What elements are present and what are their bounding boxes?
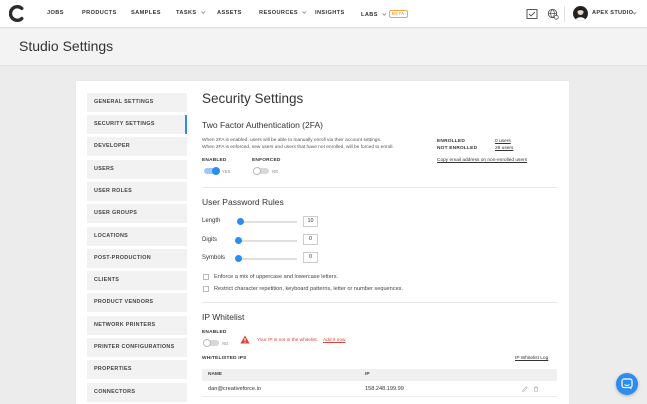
edit-icon[interactable] xyxy=(522,386,528,392)
ip-warning-text: Your IP is not in the whitelist. xyxy=(257,338,319,343)
mixed-case-checkbox[interactable] xyxy=(203,274,209,280)
sidebar-item-developer[interactable]: DEVELOPER xyxy=(87,137,187,156)
digits-label: Digits xyxy=(202,237,218,243)
ip-whitelist-title: IP Whitelist xyxy=(202,312,245,322)
ip-whitelist-state: NO xyxy=(222,341,229,346)
symbols-input[interactable]: 0 xyxy=(303,252,318,263)
symbols-slider-track[interactable] xyxy=(240,258,297,260)
nav-divider xyxy=(564,6,565,22)
enrolled-users-link[interactable]: 0 users xyxy=(495,139,511,144)
symbols-slider-handle[interactable] xyxy=(235,255,242,262)
nav-jobs[interactable]: JOBS xyxy=(47,10,64,16)
whitelisted-ips-label: WHITELISTED IPS xyxy=(202,356,247,361)
nav-tasks[interactable]: TASKS xyxy=(176,9,205,16)
password-rules-title: User Password Rules xyxy=(202,197,284,207)
sidebar-item-network-printers[interactable]: NETWORK PRINTERS xyxy=(87,316,187,335)
studio-name[interactable]: APEX STUDIO xyxy=(592,10,633,16)
chevron-down-icon xyxy=(302,9,307,14)
twofa-enforced-state: NO xyxy=(272,169,279,174)
nav-labs-label: LABS xyxy=(361,12,378,18)
ip-warning: Your IP is not in the whitelist. Add it n… xyxy=(257,338,345,343)
nav-assets[interactable]: ASSETS xyxy=(217,10,242,16)
nav-tasks-label: TASKS xyxy=(176,10,197,16)
twofa-desc-enforced: When 2FA is enforced, new users and user… xyxy=(202,145,394,150)
not-enrolled-users-link[interactable]: 28 users xyxy=(495,146,513,151)
table-header: NAME IP xyxy=(202,369,557,381)
top-nav: JOBS PRODUCTS SAMPLES TASKS ASSETS RESOU… xyxy=(0,0,647,28)
row-ip: 158.248.199.99 xyxy=(365,386,404,392)
sidebar-item-users[interactable]: USERS xyxy=(87,160,187,179)
warning-icon xyxy=(240,335,250,344)
sidebar-item-connectors[interactable]: CONNECTORS xyxy=(87,383,187,402)
sidebar-item-security-settings[interactable]: SECURITY SETTINGS xyxy=(87,115,187,134)
not-enrolled-label: NOT ENROLLED xyxy=(437,146,478,151)
toggle-knob xyxy=(203,339,211,347)
length-input[interactable]: 10 xyxy=(303,216,318,227)
ip-whitelist-enabled-label: ENABLED xyxy=(202,330,227,335)
beta-badge: BETA xyxy=(388,10,408,18)
digits-input[interactable]: 0 xyxy=(303,234,318,245)
chevron-down-icon xyxy=(200,9,205,14)
chat-icon xyxy=(621,378,633,390)
nav-resources-label: RESOURCES xyxy=(259,10,299,16)
twofa-enabled-label: ENABLED xyxy=(202,158,227,163)
settings-globe-icon[interactable] xyxy=(547,8,559,20)
nav-insights[interactable]: INSIGHTS xyxy=(315,10,345,16)
length-slider-handle[interactable] xyxy=(237,218,244,225)
sidebar-item-user-roles[interactable]: USER ROLES xyxy=(87,182,187,201)
restrict-patterns-checkbox[interactable] xyxy=(203,286,209,292)
toggle-knob xyxy=(212,167,220,175)
delete-icon[interactable] xyxy=(533,386,539,392)
security-settings-title: Security Settings xyxy=(202,91,304,106)
inbox-icon[interactable] xyxy=(526,8,538,20)
twofa-enforced-label: ENFORCED xyxy=(252,158,281,163)
avatar[interactable] xyxy=(573,6,588,21)
nav-resources[interactable]: RESOURCES xyxy=(259,9,307,16)
ip-whitelist-log-link[interactable]: IP Whitelist Log xyxy=(515,356,548,361)
page-title: Studio Settings xyxy=(19,38,114,54)
length-slider-track[interactable] xyxy=(240,221,297,223)
chevron-down-icon[interactable] xyxy=(632,10,637,15)
sidebar-item-locations[interactable]: LOCATIONS xyxy=(87,227,187,246)
divider xyxy=(202,302,557,303)
nav-labs[interactable]: LABS BETA xyxy=(361,10,408,18)
mixed-case-label: Enforce a mix of uppercase and lowercase… xyxy=(214,274,339,280)
add-ip-link[interactable]: Add it now xyxy=(323,338,345,343)
table-row[interactable]: dan@creativeforce.io 158.248.199.99 xyxy=(202,381,557,397)
nav-samples[interactable]: SAMPLES xyxy=(131,10,161,16)
ip-whitelist-toggle[interactable] xyxy=(203,339,219,347)
enrolled-label: ENROLLED xyxy=(437,139,465,144)
twofa-desc-enabled: When 2FA is enabled, users will be able … xyxy=(202,138,382,143)
twofa-title: Two Factor Authentication (2FA) xyxy=(202,120,323,130)
sidebar-item-clients[interactable]: CLIENTS xyxy=(87,271,187,290)
divider xyxy=(202,187,557,188)
row-name: dan@creativeforce.io xyxy=(208,386,261,392)
symbols-label: Symbols xyxy=(202,255,226,261)
copy-emails-link[interactable]: Copy email address on non-enrolled users xyxy=(437,158,527,163)
nav-products[interactable]: PRODUCTS xyxy=(82,10,117,16)
restrict-patterns-label: Restrict character repetition, keyboard … xyxy=(214,286,404,292)
toggle-knob xyxy=(253,167,261,175)
digits-slider-track[interactable] xyxy=(240,240,297,242)
digits-slider-handle[interactable] xyxy=(235,237,242,244)
length-label: Length xyxy=(202,218,221,224)
sidebar-item-general-settings[interactable]: GENERAL SETTINGS xyxy=(87,93,187,112)
sidebar-item-properties[interactable]: PROPERTIES xyxy=(87,360,187,379)
twofa-enabled-state: YES xyxy=(222,169,231,174)
avatar-portrait-icon xyxy=(575,8,586,21)
chat-support-button[interactable] xyxy=(616,373,638,395)
creative-force-logo-icon[interactable] xyxy=(9,5,26,22)
sidebar-item-product-vendors[interactable]: PRODUCT VENDORS xyxy=(87,293,187,312)
column-header-name: NAME xyxy=(208,372,223,377)
twofa-enabled-toggle[interactable] xyxy=(204,167,220,175)
column-header-ip: IP xyxy=(365,372,370,377)
sidebar-item-post-production[interactable]: POST-PRODUCTION xyxy=(87,249,187,268)
sidebar-item-printer-configurations[interactable]: PRINTER CONFIGURATIONS xyxy=(87,338,187,357)
table-row[interactable] xyxy=(202,397,557,404)
sidebar-item-user-groups[interactable]: USER GROUPS xyxy=(87,204,187,223)
chevron-down-icon xyxy=(381,11,387,16)
twofa-enforced-toggle[interactable] xyxy=(253,167,269,175)
